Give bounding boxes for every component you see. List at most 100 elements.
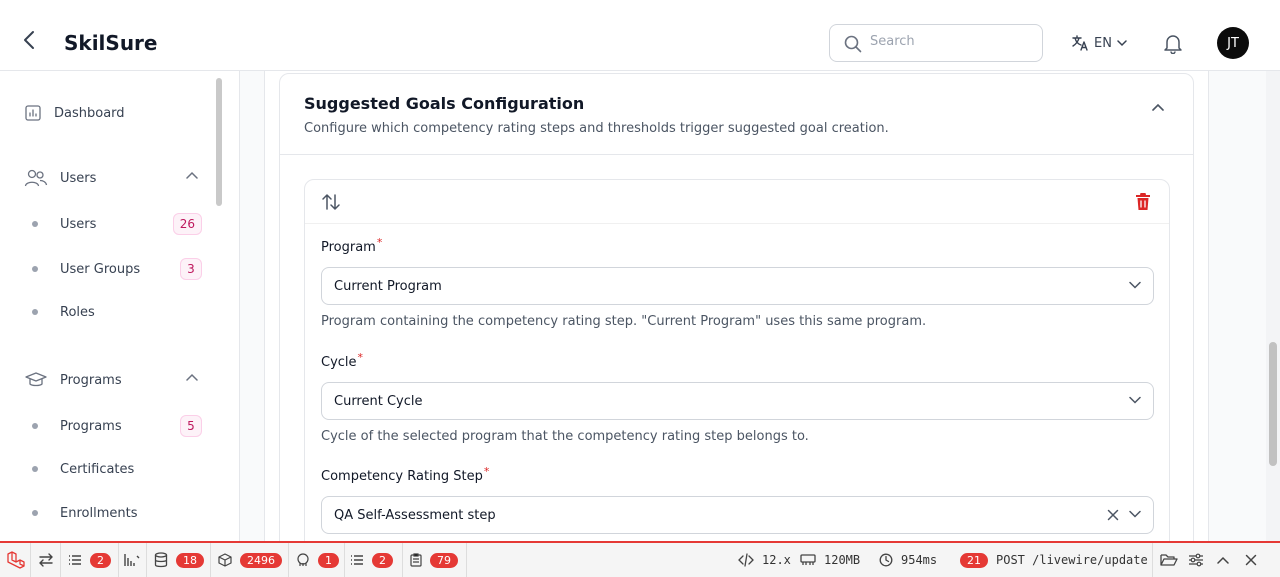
debugbar-events[interactable]: 2: [350, 543, 393, 577]
debug-toolbar: 2 18 2496 1 2 79 12.x 120MB 954ms 21 POS…: [0, 541, 1280, 577]
sidebar-item-label: Dashboard: [54, 105, 125, 121]
page-scrollbar-track[interactable]: [1266, 71, 1280, 541]
timeline-icon: [124, 554, 140, 566]
cycle-select[interactable]: Current Cycle: [321, 382, 1154, 420]
competency-step-select-value: QA Self-Assessment step: [334, 508, 496, 523]
debugbar-close-button[interactable]: [1245, 543, 1257, 577]
suggested-goals-section: Suggested Goals Configuration Configure …: [279, 73, 1194, 541]
debugbar-requests[interactable]: 2: [68, 543, 111, 577]
competency-step-label-text: Competency Rating Step: [321, 469, 483, 484]
debugbar-duration[interactable]: 954ms: [879, 543, 937, 577]
sidebar-item-roles[interactable]: Roles: [32, 300, 202, 324]
bullet-dot: [32, 423, 38, 429]
request-value: POST /livewire/update: [996, 553, 1148, 567]
competency-step-select[interactable]: QA Self-Assessment step: [321, 496, 1154, 534]
bullet-dot: [32, 510, 38, 516]
debugbar-timeline[interactable]: [124, 543, 140, 577]
count-badge: 3: [180, 258, 202, 280]
bullet-dot: [32, 466, 38, 472]
clear-icon[interactable]: [1107, 509, 1119, 521]
chevron-down-icon: [1129, 510, 1141, 518]
memory-icon: [800, 554, 816, 565]
debugbar-request-selector[interactable]: 21 POST /livewire/update: [960, 543, 1148, 577]
list-icon: [351, 555, 363, 565]
language-switcher[interactable]: EN: [1071, 33, 1127, 53]
sidebar-group-users[interactable]: Users: [24, 167, 204, 189]
count-badge: 5: [180, 415, 202, 437]
page-scrollbar-thumb[interactable]: [1269, 342, 1277, 466]
debugbar-settings-button[interactable]: [1188, 543, 1204, 577]
program-select[interactable]: Current Program: [321, 267, 1154, 305]
debugbar-queries[interactable]: 18: [154, 543, 204, 577]
debugbar-models[interactable]: 2496: [218, 543, 282, 577]
cycle-help-text: Cycle of the selected program that the c…: [321, 429, 809, 444]
sidebar-item-users[interactable]: Users 26: [32, 212, 202, 236]
delete-item-button[interactable]: [1135, 192, 1151, 215]
required-mark: *: [357, 351, 364, 364]
debugbar-open-button[interactable]: [1160, 543, 1178, 577]
search-box[interactable]: [829, 24, 1043, 62]
bullet-dot: [32, 221, 38, 227]
search-icon: [844, 35, 862, 53]
arrows-up-down-icon: [322, 194, 340, 210]
chevron-up-icon: [186, 373, 198, 381]
debugbar-expand-button[interactable]: [1217, 543, 1229, 577]
collapse-section-button[interactable]: [1152, 96, 1164, 115]
cycle-select-value: Current Cycle: [334, 394, 423, 409]
search-input[interactable]: [870, 34, 1030, 49]
repeater-item-header: [305, 180, 1169, 224]
queries-count: 18: [176, 552, 204, 568]
folder-open-icon: [1160, 554, 1178, 566]
cube-icon: [218, 553, 232, 567]
debugbar-version[interactable]: 12.x: [738, 543, 791, 577]
user-avatar[interactable]: JT: [1217, 27, 1249, 59]
bullet-dot: [32, 309, 38, 315]
sidebar-item-label: Certificates: [60, 461, 135, 477]
chevron-up-icon: [1217, 556, 1229, 564]
reorder-handle[interactable]: [321, 193, 341, 215]
sidebar-item-certificates[interactable]: Certificates: [32, 457, 202, 481]
chevron-up-icon: [1152, 103, 1164, 111]
section-title: Suggested Goals Configuration: [304, 94, 585, 113]
program-label-text: Program: [321, 240, 376, 255]
debugbar-views[interactable]: 1: [296, 543, 339, 577]
code-icon: [738, 553, 754, 567]
notifications-button[interactable]: [1162, 32, 1184, 58]
chart-icon: [25, 105, 41, 121]
program-label: Program*: [321, 236, 382, 255]
clock-icon: [879, 553, 893, 567]
duration-value: 954ms: [901, 553, 938, 567]
main-content: Suggested Goals Configuration Configure …: [240, 71, 1265, 541]
clipboard-icon: [410, 553, 422, 567]
cycle-label: Cycle*: [321, 351, 363, 370]
laravel-logo-icon: [7, 551, 25, 569]
sidebar-item-enrollments[interactable]: Enrollments: [32, 501, 202, 525]
required-mark: *: [376, 236, 383, 249]
language-label: EN: [1094, 35, 1112, 51]
debugbar-logo-button[interactable]: [6, 543, 26, 577]
app-title: SkilSure: [64, 31, 158, 55]
required-mark: *: [483, 465, 490, 478]
debugbar-transfer-button[interactable]: [38, 543, 54, 577]
top-header: SkilSure EN JT: [0, 0, 1280, 71]
sidebar-group-programs[interactable]: Programs: [24, 369, 204, 391]
sidebar-scrollbar[interactable]: [216, 78, 222, 206]
debugbar-logs[interactable]: 79: [410, 543, 458, 577]
trash-icon: [1136, 193, 1150, 210]
sidebar: Dashboard Users Users 26 User Groups 3 R…: [0, 71, 240, 541]
back-button[interactable]: [22, 30, 44, 54]
program-help-text: Program containing the competency rating…: [321, 314, 927, 329]
sidebar-item-dashboard[interactable]: Dashboard: [24, 102, 125, 124]
logs-count: 79: [430, 552, 458, 568]
sidebar-group-label: Users: [60, 170, 97, 186]
users-icon: [24, 169, 48, 187]
sidebar-item-user-groups[interactable]: User Groups 3: [32, 257, 202, 281]
program-select-value: Current Program: [334, 279, 442, 294]
debugbar-memory[interactable]: 120MB: [800, 543, 860, 577]
chevron-down-icon: [1129, 281, 1141, 289]
events-count: 2: [372, 552, 393, 568]
sidebar-item-label: Users: [60, 216, 97, 232]
models-count: 2496: [240, 552, 282, 568]
sidebar-item-programs[interactable]: Programs 5: [32, 414, 202, 438]
sidebar-group-label: Programs: [60, 372, 122, 388]
